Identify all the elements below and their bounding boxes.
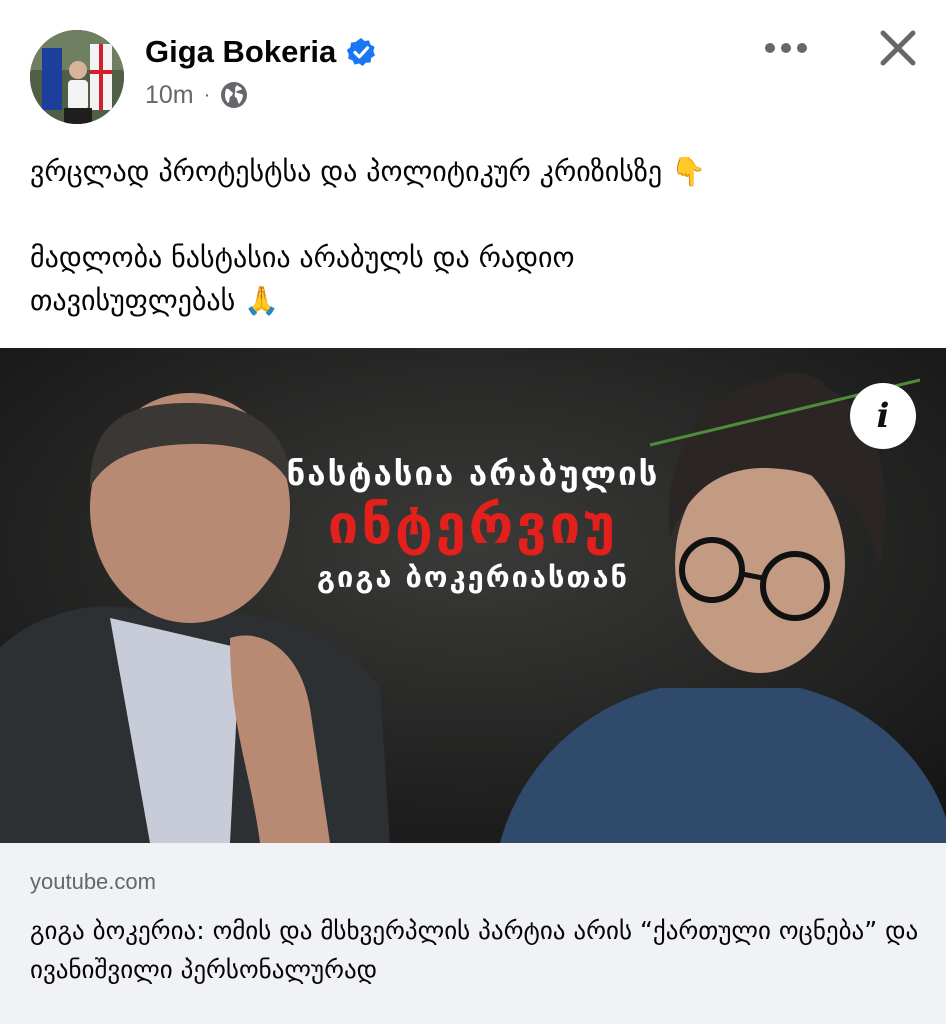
avatar[interactable]: [30, 30, 124, 124]
post-time[interactable]: 10m: [145, 81, 194, 110]
author-row: Giga Bokeria: [145, 30, 376, 74]
info-button[interactable]: i: [850, 383, 916, 449]
link-preview-card[interactable]: youtube.com გიგა ბოკერია: ომის და მსხვერ…: [0, 843, 946, 1024]
verified-badge-icon: [347, 38, 376, 66]
meta-separator: ·: [203, 83, 211, 106]
post-text: ვრცლად პროტესტსა და პოლიტიკურ კრიზისზე 👇…: [30, 150, 920, 322]
link-domain: youtube.com: [30, 869, 156, 894]
close-button[interactable]: [872, 22, 924, 74]
overlay-title-line-3: გიგა ბოკერიასთან: [316, 560, 630, 594]
video-thumbnail[interactable]: ნასტასია არაბულის ინტერვიუ გიგა ბოკერიას…: [0, 348, 946, 843]
overlay-title-line-1: ნასტასია არაბულის: [286, 454, 660, 493]
globe-icon: [221, 82, 248, 108]
post-meta: 10m ·: [145, 78, 248, 112]
post-text-line-1: ვრცლად პროტესტსა და პოლიტიკურ კრიზისზე 👇: [30, 155, 706, 188]
more-options-icon: [765, 43, 807, 53]
post-text-line-2: მადლობა ნასტასია არაბულს და რადიო თავისუ…: [30, 241, 575, 317]
info-icon: i: [876, 396, 890, 436]
post-header: Giga Bokeria 10m ·: [0, 0, 946, 140]
author-name[interactable]: Giga Bokeria: [145, 34, 336, 70]
more-options-button[interactable]: [760, 28, 812, 68]
overlay-title-line-2: ინტერვიუ: [327, 493, 619, 556]
thumbnail-image: [0, 348, 946, 843]
close-icon: [880, 30, 916, 66]
avatar-image: [30, 30, 124, 124]
link-title[interactable]: გიგა ბოკერია: ომის და მსხვერპლის პარტია …: [30, 911, 920, 989]
